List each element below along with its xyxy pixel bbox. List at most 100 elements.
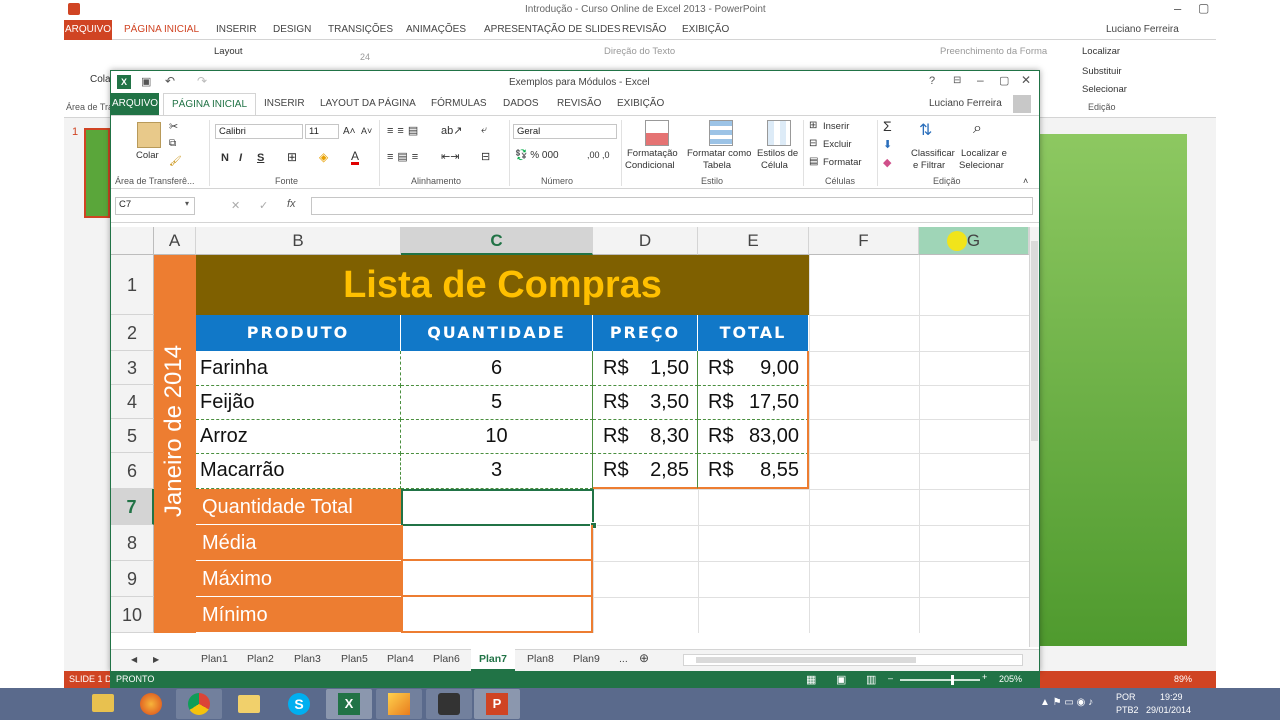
zoom-slider[interactable] <box>900 679 980 681</box>
paste-icon[interactable] <box>137 122 161 148</box>
ppt-paste-button[interactable]: Cola <box>90 74 111 85</box>
formula-input[interactable] <box>311 197 1033 215</box>
clock-time[interactable]: 19:29 <box>1160 692 1183 702</box>
sheet-tab-plan8[interactable]: Plan8 <box>527 653 554 665</box>
ppt-minimize-button[interactable]: – <box>1174 1 1181 16</box>
insert-function-icon[interactable]: fx <box>287 198 296 210</box>
cell-media-value[interactable] <box>401 525 593 561</box>
column-header-a[interactable]: A <box>154 227 196 255</box>
ppt-text-direction[interactable]: Direção do Texto <box>604 46 675 57</box>
insert-cells-button[interactable]: Inserir <box>823 121 849 132</box>
name-box[interactable]: C7 <box>115 197 195 215</box>
ppt-tab-review[interactable]: REVISÃO <box>622 24 666 35</box>
cell-total[interactable]: R$ 83,00 <box>698 419 809 454</box>
taskbar-app[interactable] <box>176 689 222 719</box>
find-select-label-2[interactable]: Selecionar <box>959 160 1004 171</box>
horizontal-align-icons[interactable]: ≡▤≡ <box>387 150 422 163</box>
cell-styles-icon[interactable] <box>767 120 791 146</box>
cell-styles-label-2[interactable]: Célula <box>761 160 788 171</box>
sort-filter-label-2[interactable]: e Filtrar <box>913 160 945 171</box>
summary-label-minimo[interactable]: Mínimo <box>196 597 401 633</box>
format-painter-icon[interactable]: 🖌 <box>169 156 182 167</box>
vertical-scrollbar[interactable] <box>1029 227 1039 647</box>
ppt-tab-view[interactable]: EXIBIÇÃO <box>682 24 729 35</box>
zoom-slider-thumb[interactable] <box>951 675 954 685</box>
ppt-user-name[interactable]: Luciano Ferreira <box>1106 24 1179 35</box>
sheet-title[interactable]: Lista de Compras <box>196 255 809 315</box>
find-select-icon[interactable]: ⌕ <box>973 120 982 138</box>
taskbar-app[interactable]: P <box>474 689 520 719</box>
font-color-icon[interactable]: A <box>351 150 360 165</box>
ppt-tab-insert[interactable]: INSERIR <box>216 24 257 35</box>
cell-produto[interactable]: Farinha <box>196 351 401 386</box>
clock-date[interactable]: 29/01/2014 <box>1146 705 1191 715</box>
save-icon[interactable]: ▣ <box>141 75 151 88</box>
ppt-select[interactable]: Selecionar <box>1082 84 1127 95</box>
zoom-out-icon[interactable]: – <box>888 673 893 683</box>
redo-icon[interactable]: ↷ <box>197 74 207 88</box>
page-layout-view-icon[interactable]: ▣ <box>836 673 846 686</box>
sort-filter-icon[interactable]: ⇅ <box>919 120 932 140</box>
excel-minimize-button[interactable]: – <box>977 73 984 87</box>
cancel-icon[interactable]: ✕ <box>231 199 240 212</box>
undo-icon[interactable]: ↶ <box>165 74 175 88</box>
decimal-icons[interactable]: ,00 ,0 <box>587 150 610 160</box>
cell-produto[interactable]: Arroz <box>196 419 401 454</box>
tab-data[interactable]: DADOS <box>503 98 539 109</box>
excel-user-name[interactable]: Luciano Ferreira <box>929 98 1002 109</box>
tab-file[interactable]: ARQUIVO <box>111 93 159 115</box>
grow-font-icon[interactable]: A˄ <box>343 126 356 137</box>
cell-preco[interactable]: R$ 8,30 <box>593 419 698 454</box>
header-produto[interactable]: Produto <box>196 315 401 351</box>
cut-icon[interactable]: ✂ <box>169 120 178 133</box>
next-sheet-icon[interactable]: ▶ <box>153 655 159 664</box>
taskbar-app[interactable]: X <box>326 689 372 719</box>
column-header-c[interactable]: C <box>401 227 593 255</box>
cell-minimo-value[interactable] <box>401 597 593 633</box>
sheet-tab-plan4[interactable]: Plan4 <box>387 653 414 665</box>
borders-icon[interactable]: ⊞ <box>287 150 297 164</box>
normal-view-icon[interactable]: ▦ <box>806 673 816 686</box>
cell-total[interactable]: R$ 8,55 <box>698 453 809 489</box>
tab-review[interactable]: REVISÃO <box>557 98 601 109</box>
add-sheet-icon[interactable]: ⊕ <box>639 651 649 665</box>
selected-cell-c7[interactable] <box>401 489 594 526</box>
enter-icon[interactable]: ✓ <box>259 199 268 212</box>
underline-button[interactable]: S <box>257 152 264 164</box>
sheet-tab-plan6[interactable]: Plan6 <box>433 653 460 665</box>
ppt-tab-file[interactable]: ARQUIVO <box>64 20 112 40</box>
summary-label-maximo[interactable]: Máximo <box>196 561 401 597</box>
ppt-restore-button[interactable]: ▢ <box>1198 1 1209 15</box>
cell-preco[interactable]: R$ 2,85 <box>593 453 698 489</box>
taskbar-app[interactable] <box>80 689 126 719</box>
row-header-3[interactable]: 3 <box>111 351 154 385</box>
cell-total[interactable]: R$ 9,00 <box>698 351 809 386</box>
format-cells-button[interactable]: Formatar <box>823 157 862 168</box>
sheet-tab-plan1[interactable]: Plan1 <box>201 653 228 665</box>
wrap-text-icon[interactable]: ⤶ <box>481 124 487 137</box>
cell-produto[interactable]: Feijão <box>196 385 401 420</box>
cell-styles-label-1[interactable]: Estilos de <box>757 148 798 159</box>
number-format-select[interactable]: Geral <box>513 124 617 139</box>
paste-button[interactable]: Colar <box>136 150 159 161</box>
find-select-label-1[interactable]: Localizar e <box>961 148 1007 159</box>
merge-center-icon[interactable]: ⊟ <box>481 150 490 163</box>
tab-insert[interactable]: INSERIR <box>264 98 305 109</box>
conditional-format-label-2[interactable]: Condicional <box>625 160 675 171</box>
column-header-f[interactable]: F <box>809 227 919 255</box>
font-name-select[interactable]: Calibri <box>215 124 303 139</box>
orientation-icon[interactable]: ab↗ <box>441 124 462 137</box>
help-icon[interactable]: ? <box>929 75 935 87</box>
row-header-2[interactable]: 2 <box>111 315 154 351</box>
format-as-table-label-1[interactable]: Formatar como <box>687 148 751 159</box>
column-header-b[interactable]: B <box>196 227 401 255</box>
sheet-tab-plan9[interactable]: Plan9 <box>573 653 600 665</box>
sheet-tab-plan5[interactable]: Plan5 <box>341 653 368 665</box>
clear-icon[interactable]: ◆ <box>883 156 891 169</box>
ppt-tab-design[interactable]: DESIGN <box>273 24 311 35</box>
header-total[interactable]: Total <box>698 315 809 351</box>
taskbar-app[interactable] <box>226 689 272 719</box>
ppt-tab-home[interactable]: PÁGINA INICIAL <box>124 24 199 35</box>
ppt-find[interactable]: Localizar <box>1082 46 1120 57</box>
column-header-e[interactable]: E <box>698 227 809 255</box>
